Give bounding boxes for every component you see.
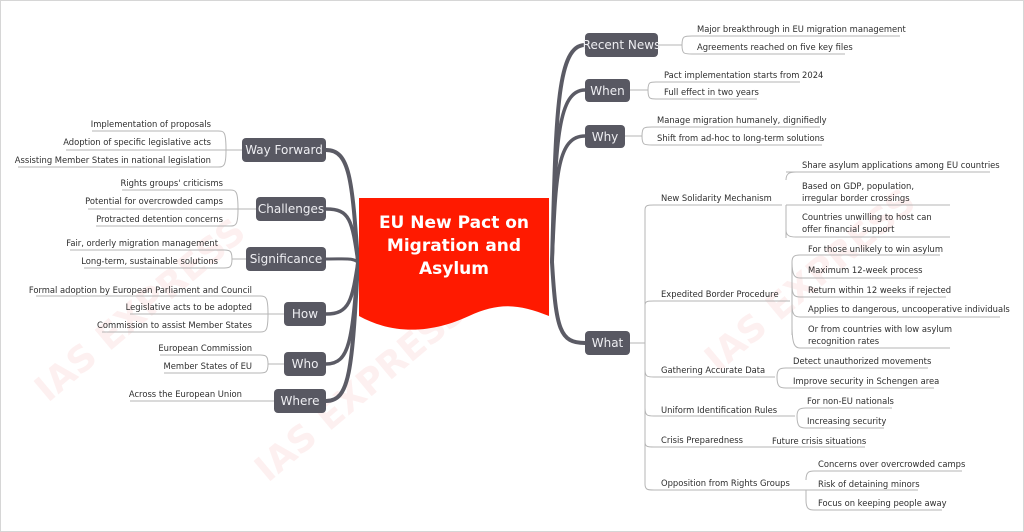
nsm-item: Share asylum applications among EU count… <box>802 160 1000 170</box>
significance-item: Long-term, sustainable solutions <box>81 256 218 266</box>
topic-how[interactable]: How <box>284 302 326 326</box>
how-item: Formal adoption by European Parliament a… <box>28 285 252 295</box>
identification-item: Increasing security <box>807 416 887 426</box>
ebp-item: Return within 12 weeks if rejected <box>808 285 952 295</box>
opposition-item: Risk of detaining minors <box>818 479 920 489</box>
how-item: Commission to assist Member States <box>97 320 252 330</box>
opposition-item: Focus on keeping people away <box>818 498 947 508</box>
branch-significance <box>324 257 360 264</box>
recent-news-item: Major breakthrough in EU migration manag… <box>697 24 906 34</box>
ebp-item: Maximum 12-week process <box>808 265 923 275</box>
data-item: Detect unauthorized movements <box>793 356 932 366</box>
why-item: Shift from ad-hoc to long-term solutions <box>657 133 825 143</box>
branch-way-forward <box>324 148 360 264</box>
ebp-item: Applies to dangerous, uncooperative indi… <box>808 304 1010 314</box>
crisis-item: Future crisis situations <box>772 436 867 446</box>
subtopic-expedited-border-procedure[interactable]: Expedited Border Procedure <box>661 289 779 299</box>
nsm-item: Countries unwilling to host can offer fi… <box>802 212 932 234</box>
subtopic-gathering-accurate-data[interactable]: Gathering Accurate Data <box>661 365 765 375</box>
branch-what <box>550 260 587 345</box>
topic-why[interactable]: Why <box>585 125 625 148</box>
when-item: Pact implementation starts from 2024 <box>664 70 824 80</box>
subtopic-opposition-from-rights-groups[interactable]: Opposition from Rights Groups <box>661 478 790 488</box>
who-item: Member States of EU <box>163 361 252 371</box>
central-topic-title[interactable]: EU New Pact on Migration and Asylum <box>359 212 549 281</box>
recent-news-item: Agreements reached on five key files <box>697 42 853 52</box>
topic-where[interactable]: Where <box>274 389 326 413</box>
way-forward-item: Assisting Member States in national legi… <box>14 155 211 165</box>
significance-item: Fair, orderly migration management <box>66 238 218 248</box>
identification-item: For non-EU nationals <box>807 396 894 406</box>
where-item: Across the European Union <box>128 389 242 399</box>
why-item: Manage migration humanely, dignifiedly <box>657 115 827 125</box>
topic-what[interactable]: What <box>585 331 630 355</box>
topic-recent-news[interactable]: Recent News <box>583 33 660 57</box>
challenges-item: Protracted detention concerns <box>96 214 223 224</box>
when-item: Full effect in two years <box>664 87 759 97</box>
how-item: Legislative acts to be adopted <box>125 302 252 312</box>
ebp-item: For those unlikely to win asylum <box>808 244 944 254</box>
topic-when[interactable]: When <box>585 79 630 102</box>
subtopic-uniform-identification-rules[interactable]: Uniform Identification Rules <box>661 405 777 415</box>
who-item: European Commission <box>158 343 252 353</box>
nsm-item: Based on GDP, population, irregular bord… <box>802 181 915 203</box>
challenges-item: Potential for overcrowded camps <box>85 196 223 206</box>
way-forward-item: Adoption of specific legislative acts <box>63 137 211 147</box>
topic-way-forward[interactable]: Way Forward <box>242 138 326 162</box>
opposition-item: Concerns over overcrowded camps <box>818 459 966 469</box>
data-item: Improve security in Schengen area <box>793 376 940 386</box>
subtopic-new-solidarity-mechanism[interactable]: New Solidarity Mechanism <box>661 193 772 203</box>
topic-challenges[interactable]: Challenges <box>256 197 326 221</box>
challenges-item: Rights groups' criticisms <box>120 178 223 188</box>
topic-significance[interactable]: Significance <box>246 247 326 271</box>
ebp-item: Or from countries with low asylum recogn… <box>808 324 953 346</box>
topic-who[interactable]: Who <box>284 352 326 376</box>
subtopic-crisis-preparedness[interactable]: Crisis Preparedness <box>661 435 743 445</box>
way-forward-item: Implementation of proposals <box>90 119 211 129</box>
